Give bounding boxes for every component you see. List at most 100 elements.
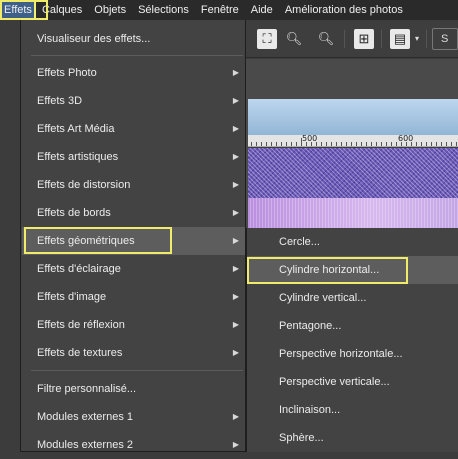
menu-amelioration-photos[interactable]: Amélioration des photos: [279, 0, 409, 20]
menu-item-effets-bords[interactable]: Effets de bords ▶: [22, 199, 245, 227]
palette-strip: [244, 59, 458, 99]
ruler-tick: [286, 142, 287, 146]
submenu-item-perspective-horizontale[interactable]: Perspective horizontale...: [247, 340, 458, 368]
menu-separator: [31, 370, 243, 371]
menu-item-label: Effets de bords: [37, 207, 111, 219]
submenu-arrow-icon: ▶: [232, 264, 239, 273]
ruler-tick: [451, 142, 452, 146]
submenu-item-sphere[interactable]: Sphère...: [247, 424, 458, 452]
menu-item-effets-reflexion[interactable]: Effets de réflexion ▶: [22, 311, 245, 339]
menu-item-effets-artistiques[interactable]: Effets artistiques ▶: [22, 143, 245, 171]
image-canvas-noise[interactable]: [244, 148, 458, 198]
submenu-item-cylindre-horizontal[interactable]: Cylindre horizontal...: [247, 256, 458, 284]
s-button[interactable]: S: [432, 28, 458, 50]
menu-item-effets-art-media[interactable]: Effets Art Média ▶: [22, 115, 245, 143]
submenu-arrow-icon: ▶: [232, 292, 239, 301]
menu-fenetre[interactable]: Fenêtre: [195, 0, 245, 20]
ruler-tick: [456, 142, 457, 146]
ruler-tick: [446, 142, 447, 146]
submenu-item-perspective-verticale[interactable]: Perspective verticale...: [247, 368, 458, 396]
submenu-item-inclinaison[interactable]: Inclinaison...: [247, 396, 458, 424]
ruler-tick: [376, 142, 377, 146]
ruler-label-500: 500: [302, 134, 318, 143]
ruler-tick: [371, 142, 372, 146]
ruler-tick: [256, 142, 257, 146]
menu-effets[interactable]: Effets: [0, 0, 36, 20]
menu-item-label: Visualiseur des effets...: [37, 33, 151, 45]
effets-menu: Visualiseur des effets... Effets Photo ▶ …: [20, 20, 246, 452]
menu-bar: Effets Calques Objets Sélections Fenêtre…: [0, 0, 458, 20]
submenu-arrow-icon: ▶: [232, 412, 239, 421]
menu-selections[interactable]: Sélections: [132, 0, 195, 20]
ruler-tick: [251, 142, 252, 146]
dropdown-arrow-icon[interactable]: ▾: [412, 29, 422, 49]
ruler-tick: [431, 142, 432, 146]
ruler-tick: [421, 142, 422, 146]
ruler-tick: [336, 142, 337, 146]
menu-item-effets-3d[interactable]: Effets 3D ▶: [22, 87, 245, 115]
ruler-tick: [261, 142, 262, 146]
menu-aide[interactable]: Aide: [245, 0, 279, 20]
toolbar-separator: [381, 30, 382, 48]
menu-item-label: Effets 3D: [37, 95, 83, 107]
ruler-tick: [296, 142, 297, 146]
submenu-arrow-icon: ▶: [232, 320, 239, 329]
menu-item-visualiseur[interactable]: Visualiseur des effets...: [22, 25, 245, 53]
ruler-tick: [406, 142, 407, 146]
menu-item-effets-photo[interactable]: Effets Photo ▶: [22, 59, 245, 87]
image-canvas-gradient[interactable]: [244, 198, 458, 228]
ruler-tick: [391, 142, 392, 146]
menu-item-label: Filtre personnalisé...: [37, 383, 137, 395]
menu-item-label: Effets d'éclairage: [37, 263, 121, 275]
submenu-item-cylindre-vertical[interactable]: Cylindre vertical...: [247, 284, 458, 312]
fit-window-icon[interactable]: ⛶: [257, 29, 277, 49]
submenu-arrow-icon: ▶: [232, 180, 239, 189]
ruler-tick: [271, 142, 272, 146]
menu-item-label: Effets de textures: [37, 347, 123, 359]
menu-item-effets-geometriques[interactable]: Effets géométriques ▶: [22, 227, 245, 255]
canvas-sky-area: [244, 99, 458, 135]
menu-item-label: Effets artistiques: [37, 151, 119, 163]
toolbar-separator: [426, 30, 427, 48]
ruler-tick: [416, 142, 417, 146]
main-toolbar: ⛶ 🔍︎ 🔍︎ ⊞ ▤ ▾: [244, 20, 458, 58]
ruler-tick: [381, 142, 382, 146]
menu-item-effets-distorsion[interactable]: Effets de distorsion ▶: [22, 171, 245, 199]
document-icon[interactable]: ▤: [390, 29, 410, 49]
ruler-tick: [396, 142, 397, 146]
ruler-tick: [401, 142, 402, 146]
ruler-tick: [356, 142, 357, 146]
menu-item-label: Modules externes 2: [37, 439, 133, 451]
toolbar-separator: [344, 30, 345, 48]
menu-item-filtre-personnalise[interactable]: Filtre personnalisé...: [22, 375, 245, 403]
menu-item-label: Effets Art Média: [37, 123, 115, 135]
ruler-tick: [436, 142, 437, 146]
ruler-tick: [291, 142, 292, 146]
submenu-item-pentagone[interactable]: Pentagone...: [247, 312, 458, 340]
menu-calques[interactable]: Calques: [36, 0, 88, 20]
menu-item-effets-image[interactable]: Effets d'image ▶: [22, 283, 245, 311]
ruler-tick: [276, 142, 277, 146]
menu-item-modules-externes-2[interactable]: Modules externes 2 ▶: [22, 431, 245, 459]
submenu-arrow-icon: ▶: [232, 348, 239, 357]
ruler-tick: [306, 142, 307, 146]
ruler-tick: [316, 142, 317, 146]
ruler-tick: [361, 142, 362, 146]
submenu-arrow-icon: ▶: [232, 208, 239, 217]
ruler-tick: [411, 142, 412, 146]
zoom-actual-icon[interactable]: ⊞: [354, 29, 374, 49]
menu-item-effets-textures[interactable]: Effets de textures ▶: [22, 339, 245, 367]
ruler-tick: [366, 142, 367, 146]
zoom-in-icon[interactable]: 🔍︎: [316, 29, 336, 49]
ruler-tick: [266, 142, 267, 146]
submenu-arrow-icon: ▶: [232, 440, 239, 449]
zoom-out-icon[interactable]: 🔍︎: [284, 29, 304, 49]
menu-item-modules-externes-1[interactable]: Modules externes 1 ▶: [22, 403, 245, 431]
ruler-tick: [426, 142, 427, 146]
menu-item-effets-eclairage[interactable]: Effets d'éclairage ▶: [22, 255, 245, 283]
geometric-effects-submenu: Cercle... Cylindre horizontal... Cylindr…: [246, 228, 458, 452]
submenu-item-cercle[interactable]: Cercle...: [247, 228, 458, 256]
menu-objets[interactable]: Objets: [88, 0, 132, 20]
submenu-arrow-icon: ▶: [232, 152, 239, 161]
ruler-tick: [326, 142, 327, 146]
